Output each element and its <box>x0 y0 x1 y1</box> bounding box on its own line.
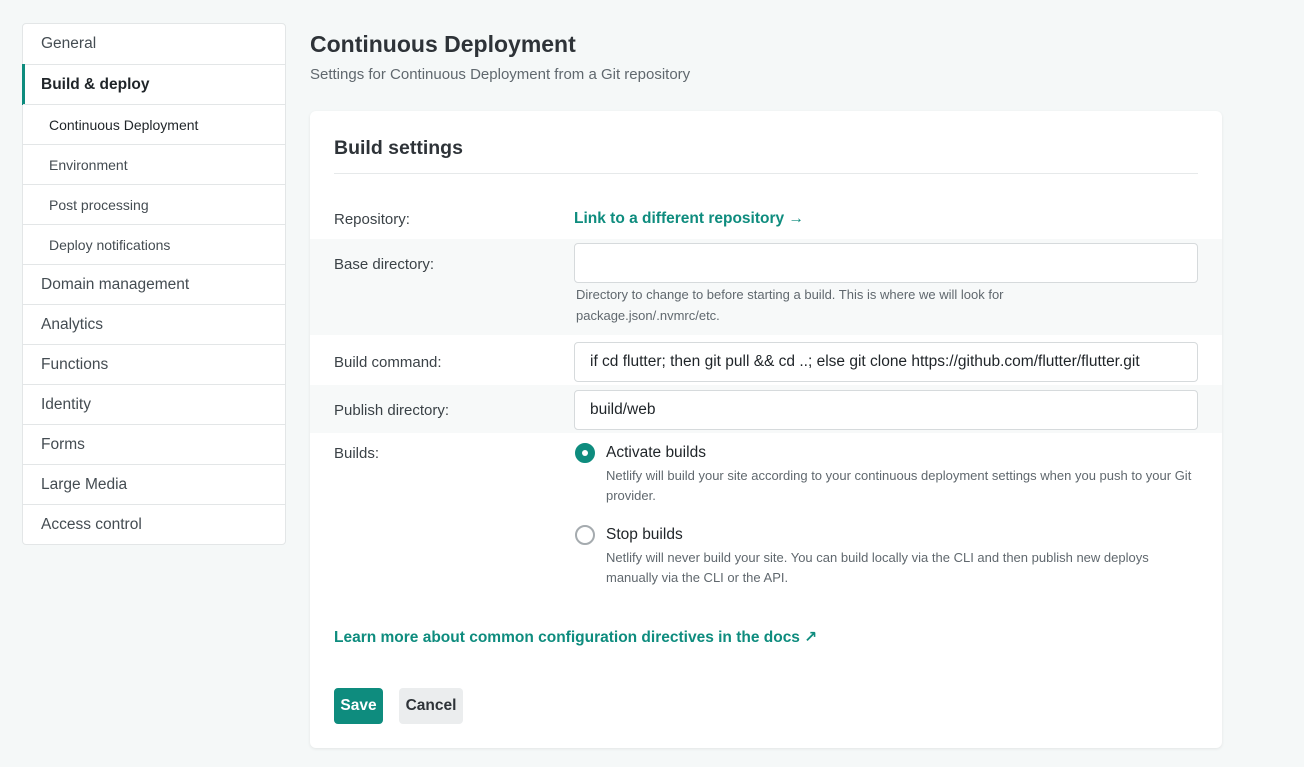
sidebar-item-label: Large Media <box>41 475 128 493</box>
card-title: Build settings <box>334 137 463 159</box>
sidebar-item-label: Environment <box>49 156 128 173</box>
sidebar-item-label: Access control <box>41 515 142 533</box>
sidebar-item-label: Post processing <box>49 196 149 213</box>
sidebar-item-build-deploy[interactable]: Build & deploy <box>22 64 285 105</box>
stop-builds-radio[interactable] <box>575 525 595 545</box>
publish-directory-label: Publish directory: <box>334 402 450 419</box>
save-button[interactable]: Save <box>334 688 383 724</box>
build-command-label: Build command: <box>334 354 442 371</box>
cancel-button[interactable]: Cancel <box>399 688 463 724</box>
sidebar-item-identity[interactable]: Identity <box>23 384 285 424</box>
activate-builds-label[interactable]: Activate builds <box>606 444 706 462</box>
sidebar-item-forms[interactable]: Forms <box>23 424 285 464</box>
sidebar-item-label: Forms <box>41 435 85 453</box>
sidebar-subitem-continuous-deployment[interactable]: Continuous Deployment <box>23 104 285 144</box>
settings-sidebar: General Build & deploy Continuous Deploy… <box>22 23 286 545</box>
sidebar-item-label: Identity <box>41 395 91 413</box>
docs-link[interactable]: Learn more about common configuration di… <box>334 628 817 647</box>
sidebar-item-functions[interactable]: Functions <box>23 344 285 384</box>
sidebar-item-access-control[interactable]: Access control <box>23 504 285 544</box>
sidebar-subitem-environment[interactable]: Environment <box>23 144 285 184</box>
sidebar-item-large-media[interactable]: Large Media <box>23 464 285 504</box>
base-directory-label: Base directory: <box>334 256 435 273</box>
sidebar-item-domain-management[interactable]: Domain management <box>23 264 285 304</box>
activate-builds-radio[interactable] <box>575 443 595 463</box>
sidebar-item-label: Continuous Deployment <box>49 116 199 133</box>
build-command-input[interactable] <box>574 342 1198 382</box>
sidebar-item-label: Domain management <box>41 275 190 293</box>
sidebar-item-label: Analytics <box>41 315 104 333</box>
sidebar-subitem-post-processing[interactable]: Post processing <box>23 184 285 224</box>
builds-label: Builds: <box>334 445 380 462</box>
change-repository-link[interactable]: Link to a different repository → <box>574 210 804 228</box>
sidebar-item-general[interactable]: General <box>23 24 285 64</box>
sidebar-item-label: General <box>41 35 97 52</box>
page-subtitle: Settings for Continuous Deployment from … <box>310 66 691 83</box>
publish-directory-input[interactable] <box>574 390 1198 430</box>
sidebar-item-label: Functions <box>41 355 109 373</box>
sidebar-item-label: Deploy notifications <box>49 236 171 253</box>
activate-builds-help: Netlify will build your site according t… <box>606 468 1192 503</box>
repository-label: Repository: <box>334 211 410 228</box>
base-directory-help: Directory to change to before starting a… <box>576 287 1004 323</box>
sidebar-item-label: Build & deploy <box>41 75 150 93</box>
build-settings-card: Build settings Repository: Link to a dif… <box>310 111 1222 748</box>
stop-builds-help: Netlify will never build your site. You … <box>606 550 1149 585</box>
sidebar-item-analytics[interactable]: Analytics <box>23 304 285 344</box>
divider <box>334 173 1198 174</box>
stop-builds-label[interactable]: Stop builds <box>606 526 683 544</box>
base-directory-input[interactable] <box>574 243 1198 283</box>
sidebar-subitem-deploy-notifications[interactable]: Deploy notifications <box>23 224 285 264</box>
page-title: Continuous Deployment <box>310 31 576 57</box>
